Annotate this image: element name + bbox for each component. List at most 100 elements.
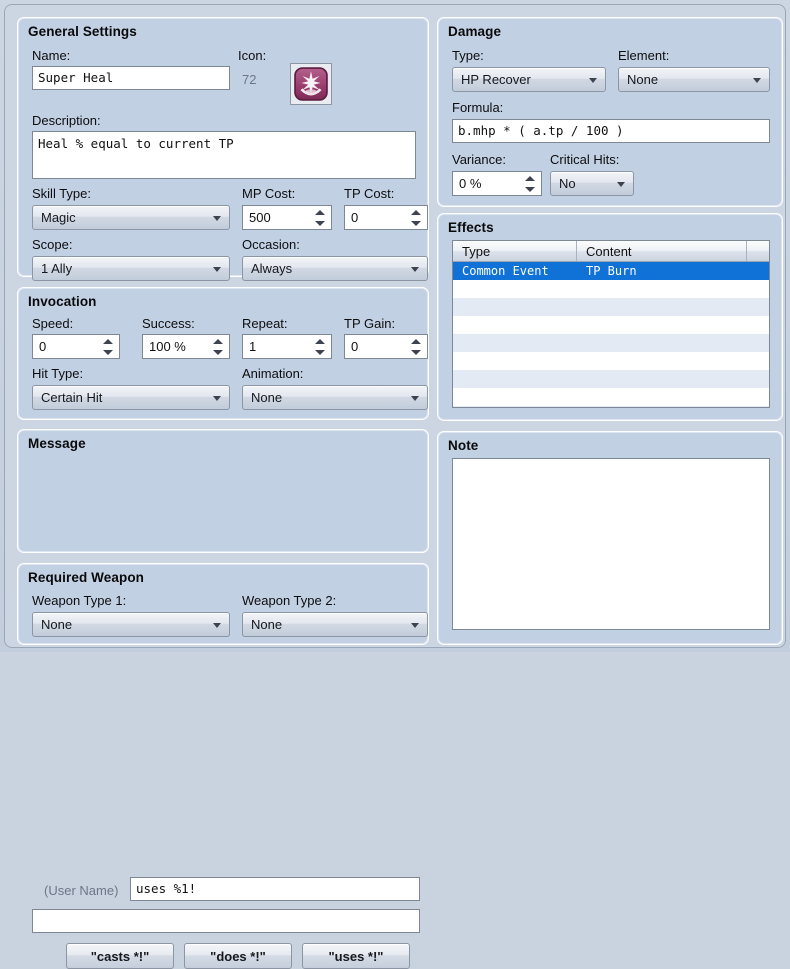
- scope-select[interactable]: 1 Ally: [32, 256, 230, 281]
- damage-type-select[interactable]: HP Recover: [452, 67, 606, 92]
- success-label: Success:: [142, 316, 195, 331]
- mp-cost-stepper[interactable]: 500: [242, 205, 332, 230]
- chevron-down-icon: [213, 266, 221, 272]
- stepper-down-icon[interactable]: [315, 220, 325, 226]
- effects-row[interactable]: [453, 406, 769, 407]
- damage-type-label: Type:: [452, 48, 484, 63]
- stepper-down-icon[interactable]: [315, 349, 325, 355]
- effects-column-type[interactable]: Type: [453, 241, 577, 261]
- tp-gain-label: TP Gain:: [344, 316, 396, 331]
- message-line2-input[interactable]: [32, 909, 420, 933]
- animation-select[interactable]: None: [242, 385, 428, 410]
- effects-row-type: [453, 352, 577, 370]
- name-label: Name:: [32, 48, 71, 63]
- note-textarea[interactable]: [452, 458, 770, 630]
- effects-row-type: [453, 406, 577, 407]
- variance-stepper-buttons[interactable]: [525, 175, 535, 193]
- critical-hits-select[interactable]: No: [550, 171, 634, 196]
- effects-column-spacer: [747, 241, 769, 261]
- stepper-up-icon[interactable]: [213, 338, 223, 344]
- effects-row-content: [577, 334, 769, 352]
- invocation-panel: Invocation Speed: 0 Success: 100 % Repea…: [17, 287, 429, 420]
- stepper-down-icon[interactable]: [411, 220, 421, 226]
- stepper-down-icon[interactable]: [213, 349, 223, 355]
- effects-row-type: [453, 388, 577, 406]
- icon-index-value: 72: [242, 72, 257, 87]
- occasion-select[interactable]: Always: [242, 256, 428, 281]
- stepper-up-icon[interactable]: [103, 338, 113, 344]
- repeat-value: 1: [249, 339, 257, 354]
- element-select[interactable]: None: [618, 67, 770, 92]
- repeat-stepper[interactable]: 1: [242, 334, 332, 359]
- effects-row[interactable]: [453, 352, 769, 370]
- effects-panel: Effects Type Content Common Event TP Burn: [437, 213, 783, 421]
- weapon-type-1-select[interactable]: None: [32, 612, 230, 637]
- message-preset-casts-button[interactable]: "casts *!": [66, 943, 174, 969]
- stepper-up-icon[interactable]: [315, 209, 325, 215]
- formula-input[interactable]: b.mhp * ( a.tp / 100 ): [452, 119, 770, 143]
- effects-column-content[interactable]: Content: [577, 241, 747, 261]
- tp-cost-label: TP Cost:: [344, 186, 395, 201]
- effects-row-content: [577, 370, 769, 388]
- variance-label: Variance:: [452, 152, 506, 167]
- skill-type-select[interactable]: Magic: [32, 205, 230, 230]
- animation-value: None: [251, 390, 283, 405]
- stepper-up-icon[interactable]: [315, 338, 325, 344]
- user-name-label: (User Name): [44, 883, 119, 898]
- effects-listbox[interactable]: Type Content Common Event TP Burn: [452, 240, 770, 408]
- tp-cost-stepper-buttons[interactable]: [411, 209, 421, 227]
- variance-value: 0 %: [459, 176, 482, 191]
- stepper-up-icon[interactable]: [525, 175, 535, 181]
- effects-row[interactable]: [453, 280, 769, 298]
- effects-row-content: [577, 388, 769, 406]
- formula-label: Formula:: [452, 100, 504, 115]
- icon-picker-button[interactable]: [290, 63, 332, 105]
- required-weapon-panel: Required Weapon Weapon Type 1: None Weap…: [17, 563, 429, 645]
- speed-stepper[interactable]: 0: [32, 334, 120, 359]
- chevron-down-icon: [411, 266, 419, 272]
- effects-row-content: [577, 352, 769, 370]
- speed-value: 0: [39, 339, 47, 354]
- effects-row-content: [577, 316, 769, 334]
- effects-row[interactable]: [453, 334, 769, 352]
- message-preset-does-button[interactable]: "does *!": [184, 943, 292, 969]
- required-weapon-title: Required Weapon: [28, 570, 145, 585]
- effects-row[interactable]: [453, 370, 769, 388]
- speed-label: Speed:: [32, 316, 74, 331]
- effects-row[interactable]: [453, 316, 769, 334]
- hit-type-label: Hit Type:: [32, 366, 84, 381]
- chevron-down-icon: [411, 395, 419, 401]
- mp-cost-stepper-buttons[interactable]: [315, 209, 325, 227]
- effects-row-type: [453, 370, 577, 388]
- variance-stepper[interactable]: 0 %: [452, 171, 542, 196]
- hit-type-select[interactable]: Certain Hit: [32, 385, 230, 410]
- tp-cost-stepper[interactable]: 0: [344, 205, 428, 230]
- stepper-down-icon[interactable]: [525, 186, 535, 192]
- scope-value: 1 Ally: [41, 261, 73, 276]
- stepper-up-icon[interactable]: [411, 338, 421, 344]
- effects-row[interactable]: Common Event TP Burn: [453, 262, 769, 280]
- chevron-down-icon: [213, 622, 221, 628]
- speed-stepper-buttons[interactable]: [103, 338, 113, 356]
- effects-table-body[interactable]: Common Event TP Burn: [453, 262, 769, 407]
- weapon-type-2-select[interactable]: None: [242, 612, 428, 637]
- name-input[interactable]: Super Heal: [32, 66, 230, 90]
- description-label: Description:: [32, 113, 101, 128]
- description-input[interactable]: Heal % equal to current TP: [32, 131, 416, 179]
- message-preset-uses-button[interactable]: "uses *!": [302, 943, 410, 969]
- success-stepper[interactable]: 100 %: [142, 334, 230, 359]
- stepper-down-icon[interactable]: [411, 349, 421, 355]
- skill-type-value: Magic: [41, 210, 76, 225]
- tp-gain-stepper-buttons[interactable]: [411, 338, 421, 356]
- damage-panel: Damage Type: HP Recover Element: None Fo…: [437, 17, 783, 207]
- repeat-stepper-buttons[interactable]: [315, 338, 325, 356]
- effects-row[interactable]: [453, 388, 769, 406]
- stepper-up-icon[interactable]: [411, 209, 421, 215]
- stepper-down-icon[interactable]: [103, 349, 113, 355]
- damage-title: Damage: [448, 24, 502, 39]
- tp-gain-stepper[interactable]: 0: [344, 334, 428, 359]
- effects-row[interactable]: [453, 298, 769, 316]
- message-line1-input[interactable]: uses %1!: [130, 877, 420, 901]
- success-stepper-buttons[interactable]: [213, 338, 223, 356]
- recovery-sparkle-icon: [294, 67, 328, 101]
